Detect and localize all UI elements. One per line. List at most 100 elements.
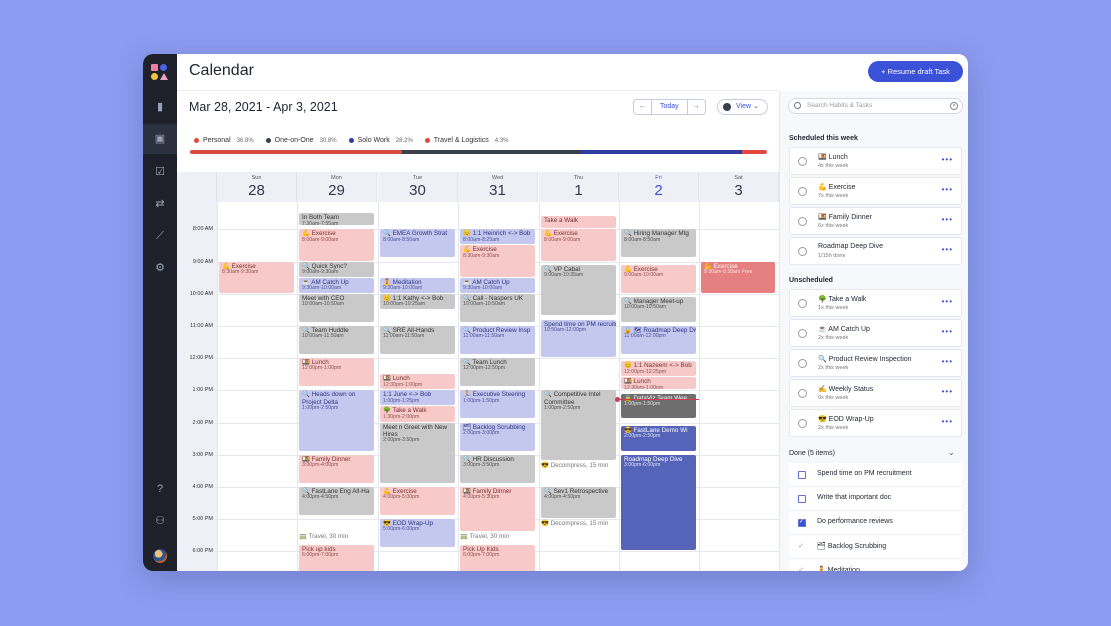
checkbox[interactable] [798, 471, 806, 479]
calendar-event[interactable]: 💪 Exercise 8:00am-9:00am [541, 229, 616, 261]
calendar-event[interactable]: 💪 Exercise 8:30am-9:30am Free [701, 261, 775, 293]
more-options-icon[interactable]: ••• [942, 387, 953, 396]
team-icon[interactable]: ⚇ [152, 513, 168, 529]
day-header[interactable]: Mon 29 [297, 172, 377, 202]
view-dropdown[interactable]: View ⌄ [717, 99, 768, 115]
calendar-event[interactable]: 🗂 Backlog Scrubbing 2:00pm-3:00pm [460, 422, 535, 451]
analytics-icon[interactable]: ▮ [152, 99, 168, 115]
calendar-event[interactable]: 💪 Exercise 8:00am-9:00am [299, 229, 374, 261]
calendar-event[interactable]: 🔍 EMEA Growth Strat 8:00am-8:50am [380, 229, 455, 258]
calendar-event[interactable]: 🔍 Team Huddle 10:00am-11:50am [299, 325, 374, 354]
calendar-event[interactable]: ☕ AM Catch Up 9:30am-10:00am [460, 277, 535, 293]
calendar-event[interactable]: 🍱 Lunch 12:30pm-1:00pm [380, 374, 455, 390]
tasks-icon[interactable]: ☑ [152, 164, 168, 180]
resume-draft-button[interactable]: + Resume draft Task [868, 61, 963, 82]
calendar-event[interactable]: 😊 1:1 Nazeem <-> Bob 12:00pm-12:25pm [621, 361, 696, 377]
calendar-event[interactable]: 🔍 Competitive Intel Committee 1:00pm-2:50… [541, 390, 616, 461]
prev-week-button[interactable]: ← [634, 100, 651, 114]
calendar-event[interactable]: 🍱 Lunch 12:30pm-1:00pm [621, 377, 696, 390]
calendar-event[interactable]: 🔒 DataViz Team Wee1:00pm-1:50pm [621, 393, 696, 419]
next-week-button[interactable]: → [688, 100, 705, 114]
done-item[interactable]: Write that important doc [789, 487, 962, 511]
calendar-event[interactable]: 🔍 Team Lunch 12:00pm-12:50pm [460, 358, 535, 387]
calendar-event[interactable]: 🌳 Take a Walk 1:30pm-2:00pm [380, 406, 455, 422]
habit-card[interactable]: 🍱 Lunch 4x this week ••• [789, 147, 962, 175]
habit-card[interactable]: 🍱 Family Dinner 6x this week ••• [789, 207, 962, 235]
checkbox[interactable]: ✓ [798, 543, 806, 551]
sync-icon[interactable]: ⇄ [152, 196, 168, 212]
calendar-event[interactable]: 😊 1:1 Kathy <-> Bob 10:00am-10:25am [380, 293, 455, 309]
today-button[interactable]: Today [651, 100, 688, 114]
habit-card[interactable]: ✍️ Weekly Status 0x this week ••• [789, 379, 962, 407]
calendar-event[interactable]: 😊 1:1 Heinrich <-> Bob 8:00am-8:25am [460, 229, 535, 245]
search-input[interactable]: Search Habits & Tasks × [788, 98, 963, 114]
more-options-icon[interactable]: ••• [942, 297, 953, 306]
calendar-icon[interactable]: ▣ [143, 124, 177, 154]
calendar-event[interactable]: 🍱 Family Dinner 3:00pm-4:00pm [299, 454, 374, 483]
more-options-icon[interactable]: ••• [942, 327, 953, 336]
calendar-event[interactable]: 🧘 Meditation 9:30am-10:00am [380, 277, 455, 293]
done-item[interactable]: Spend time on PM recruitment [789, 463, 962, 487]
calendar-event[interactable]: 🔍 Quick Sync? 9:00am-9:30am [299, 261, 374, 277]
calendar-event[interactable]: Spend time on PM recruitment10:50am-12:0… [541, 319, 616, 358]
calendar-event[interactable]: 💪 Exercise 4:00pm-5:00pm [380, 486, 455, 515]
calendar-event[interactable]: 😎 FastLane Demo Wi 2:00pm-2:50pm [621, 425, 696, 451]
habit-card[interactable]: Roadmap Deep Dive 1/15h done ••• [789, 237, 962, 265]
calendar-event[interactable]: 🔍 HR Discussion 3:00pm-3:50pm [460, 454, 535, 483]
calendar-event[interactable]: 🍱 Family Dinner 4:00pm-5:30pm [460, 486, 535, 532]
checkbox[interactable] [798, 495, 806, 503]
done-heading[interactable]: Done (5 items) [789, 450, 835, 457]
calendar-event[interactable]: Pick Up Kids 6:00pm-7:00pm [460, 544, 535, 571]
calendar-event[interactable]: 🔍 Heads down on Project Delta 1:00pm-2:50… [299, 390, 374, 451]
habit-card[interactable]: ☕ AM Catch Up 2x this week ••• [789, 319, 962, 347]
calendar-event[interactable]: Take a Walk [541, 216, 616, 229]
day-header[interactable]: Sat 3 [699, 172, 779, 202]
calendar-event[interactable]: Roadmap Deep Dive 3:00pm-6:00pm [621, 454, 696, 551]
calendar-event[interactable]: 🍱 Lunch 12:00pm-1:00pm [299, 358, 374, 387]
habit-card[interactable]: 🌳 Take a Walk 1x this week ••• [789, 289, 962, 317]
day-header[interactable]: Wed 31 [458, 172, 538, 202]
done-item[interactable]: ✓ 🧘 Meditation [789, 559, 962, 571]
calendar-event[interactable]: Meet with CEO 10:00am-10:50am [299, 293, 374, 322]
done-item[interactable]: ✓ 🗂 Backlog Scrubbing [789, 535, 962, 559]
calendar-event[interactable]: 🔍 Hiring Manager Mtg 8:00am-8:50am [621, 229, 696, 258]
habit-card[interactable]: 💪 Exercise 7x this week ••• [789, 177, 962, 205]
day-header[interactable]: Fri 2 [619, 172, 699, 202]
habit-card[interactable]: 🔍 Product Review Inspection 2x this week •… [789, 349, 962, 377]
calendar-event[interactable]: 💪 Exercise 9:00am-10:00am [621, 264, 696, 293]
calendar-event[interactable]: 🔍 SRE All-Hands 11:00am-11:50am [380, 325, 455, 354]
trend-icon[interactable]: ⟋ [152, 228, 168, 244]
clear-icon[interactable]: × [950, 102, 958, 110]
help-icon[interactable]: ? [152, 481, 168, 497]
more-options-icon[interactable]: ••• [942, 417, 953, 426]
day-header[interactable]: Tue 30 [378, 172, 458, 202]
more-options-icon[interactable]: ••• [942, 185, 953, 194]
calendar-event[interactable]: ☕ AM Catch Up 9:30am-10:00am [299, 277, 374, 293]
calendar-event[interactable]: Pick up kids 6:00pm-7:00pm [299, 544, 374, 571]
habit-card[interactable]: 😎 EOD Wrap-Up 2x this week ••• [789, 409, 962, 437]
calendar-event[interactable]: 🔍 FastLane Eng All-Ha 4:00pm-4:50pm [299, 486, 374, 515]
more-options-icon[interactable]: ••• [942, 155, 953, 164]
calendar-event[interactable]: In Both Team 7:30am-7:55am [299, 213, 374, 226]
more-options-icon[interactable]: ••• [942, 245, 953, 254]
calendar-event[interactable]: 🔒 🗺 Roadmap Deep Dive 11:00am-12:00pm [621, 325, 696, 354]
calendar-event[interactable]: 😎 EOD Wrap-Up 5:00pm-6:00pm [380, 519, 455, 548]
checkbox[interactable] [798, 518, 806, 527]
more-options-icon[interactable]: ••• [942, 215, 953, 224]
calendar-event[interactable]: 🔍 Sev1 Retrospective 4:00pm-4:50pm [541, 486, 616, 519]
calendar-event[interactable]: 1:1 June <-> Bob 1:00pm-1:25pm [380, 390, 455, 406]
day-header[interactable]: Sun 28 [217, 172, 297, 202]
calendar-event[interactable]: 🔍 VP Cabal 9:00am-10:35am [541, 264, 616, 316]
done-item[interactable]: Do performance reviews [789, 511, 962, 535]
chevron-down-icon[interactable]: ⌄ [948, 448, 955, 457]
calendar-event[interactable]: 🏃 Executive Steering 1:00pm-1:50pm [460, 390, 535, 419]
calendar-event[interactable]: 🔍 Manager Meet-up 10:00am-10:50am [621, 296, 696, 322]
day-header[interactable]: Thu 1 [539, 172, 619, 202]
calendar-event[interactable]: Meet n Greet with New Hires 2:00pm-3:50pm [380, 422, 455, 483]
settings-icon[interactable]: ⚙ [152, 260, 168, 276]
more-options-icon[interactable]: ••• [942, 357, 953, 366]
checkbox[interactable]: ✓ [798, 567, 806, 571]
calendar-event[interactable]: 💪 Exercise 8:30am-9:30am [460, 245, 535, 277]
calendar-event[interactable]: 💪 Exercise 8:30am-9:30am [219, 261, 294, 293]
avatar[interactable] [153, 549, 167, 563]
